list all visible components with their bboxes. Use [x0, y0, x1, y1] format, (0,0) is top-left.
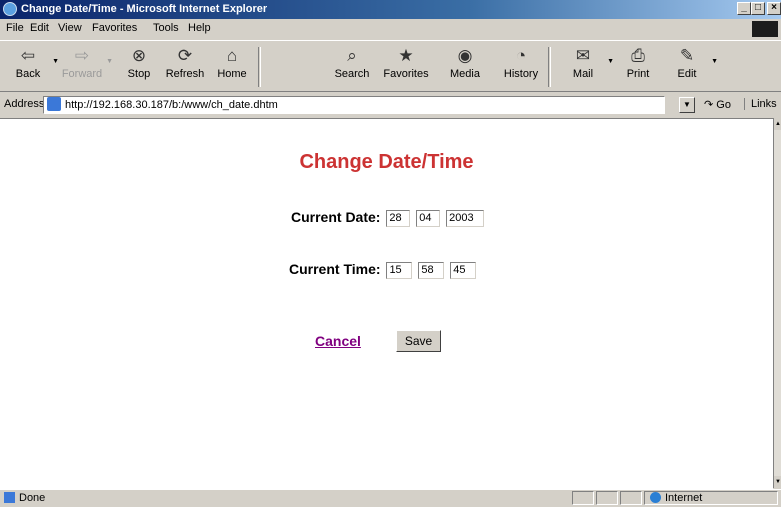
media-button[interactable]: ◉ Media [440, 45, 490, 80]
forward-button[interactable]: ⇨ Forward ▼ [57, 45, 113, 80]
current-time-row: Current Time: [289, 261, 477, 279]
history-button[interactable]: ◔ History [496, 45, 546, 80]
go-button[interactable]: ↷ Go [704, 98, 731, 111]
stop-icon: ⊗ [131, 46, 147, 65]
mail-button[interactable]: ✉ Mail ▼ [558, 45, 614, 80]
ie-logo-icon [3, 2, 17, 16]
edit-icon: ✎ [679, 46, 695, 65]
favorites-icon: ★ [398, 46, 414, 65]
status-pane [572, 491, 594, 505]
search-button[interactable]: ⌕ Search [327, 45, 377, 80]
refresh-button[interactable]: ⟳ Refresh [160, 45, 210, 80]
menu-view[interactable]: View [58, 22, 82, 34]
page-done-icon [4, 492, 15, 503]
back-arrow-icon: ⇦ [20, 46, 36, 65]
menu-file[interactable]: File [6, 22, 24, 34]
page-icon [47, 97, 61, 111]
go-arrow-icon: ↷ [704, 99, 714, 111]
stop-button[interactable]: ⊗ Stop [114, 45, 164, 80]
address-dropdown-button[interactable]: ▼ [679, 97, 695, 113]
refresh-icon: ⟳ [177, 46, 193, 65]
forward-arrow-icon: ⇨ [74, 46, 90, 65]
menu-edit[interactable]: Edit [30, 22, 49, 34]
current-date-label: Current Date: [291, 209, 381, 225]
address-url: http://192.168.30.187/b:/www/ch_date.dht… [65, 99, 278, 111]
address-bar: Address http://192.168.30.187/b:/www/ch_… [0, 93, 781, 117]
edit-button[interactable]: ✎ Edit ▼ [662, 45, 718, 80]
date-month-input[interactable] [416, 209, 441, 227]
history-icon: ◔ [515, 46, 527, 65]
address-label: Address [4, 98, 45, 110]
window-title: Change Date/Time - Microsoft Internet Ex… [21, 3, 268, 15]
address-input[interactable]: http://192.168.30.187/b:/www/ch_date.dht… [43, 96, 665, 114]
time-hour-input[interactable] [386, 261, 413, 279]
favorites-button[interactable]: ★ Favorites [381, 45, 431, 80]
save-button[interactable]: Save [396, 330, 441, 352]
links-button[interactable]: Links [744, 98, 777, 110]
scroll-up-icon[interactable]: ▲ [774, 118, 781, 130]
date-day-input[interactable] [386, 209, 411, 227]
close-button[interactable]: × [767, 2, 781, 15]
scroll-down-icon[interactable]: ▼ [774, 476, 781, 488]
status-text: Done [4, 492, 45, 504]
page-content: Change Date/Time Current Date: Current T… [0, 118, 773, 489]
page-title: Change Date/Time [299, 151, 474, 173]
print-button[interactable]: ⎙ Print [613, 45, 663, 80]
vertical-scrollbar[interactable]: ▲ ▼ [773, 118, 781, 488]
menu-bar: File Edit View Favorites Tools Help [0, 19, 781, 39]
menu-tools[interactable]: Tools [153, 22, 179, 34]
toolbar-separator [258, 47, 261, 87]
home-icon: ⌂ [226, 46, 238, 65]
security-zone: Internet [650, 492, 702, 504]
home-button[interactable]: ⌂ Home [207, 45, 257, 80]
date-year-input[interactable] [446, 209, 485, 227]
status-pane [596, 491, 618, 505]
current-date-row: Current Date: [291, 209, 485, 227]
globe-icon [650, 492, 661, 503]
cancel-link[interactable]: Cancel [315, 333, 361, 349]
current-time-label: Current Time: [289, 261, 381, 277]
time-minute-input[interactable] [418, 261, 445, 279]
title-bar: Change Date/Time - Microsoft Internet Ex… [0, 0, 781, 19]
time-second-input[interactable] [450, 261, 477, 279]
windows-flag-icon [752, 21, 778, 37]
status-pane [620, 491, 642, 505]
back-button[interactable]: ⇦ Back ▼ [3, 45, 59, 80]
toolbar-separator [548, 47, 551, 87]
toolbar: ⇦ Back ▼ ⇨ Forward ▼ ⊗ Stop ⟳ Refresh ⌂ Ho… [0, 40, 781, 92]
status-bar: Done Internet [0, 489, 781, 507]
minimize-button[interactable]: _ [737, 2, 751, 15]
print-icon: ⎙ [631, 46, 645, 65]
menu-favorites[interactable]: Favorites [92, 22, 137, 34]
menu-help[interactable]: Help [188, 22, 211, 34]
media-icon: ◉ [457, 46, 473, 65]
mail-icon: ✉ [575, 46, 591, 65]
maximize-button[interactable]: □ [751, 2, 765, 15]
search-icon: ⌕ [347, 46, 357, 65]
